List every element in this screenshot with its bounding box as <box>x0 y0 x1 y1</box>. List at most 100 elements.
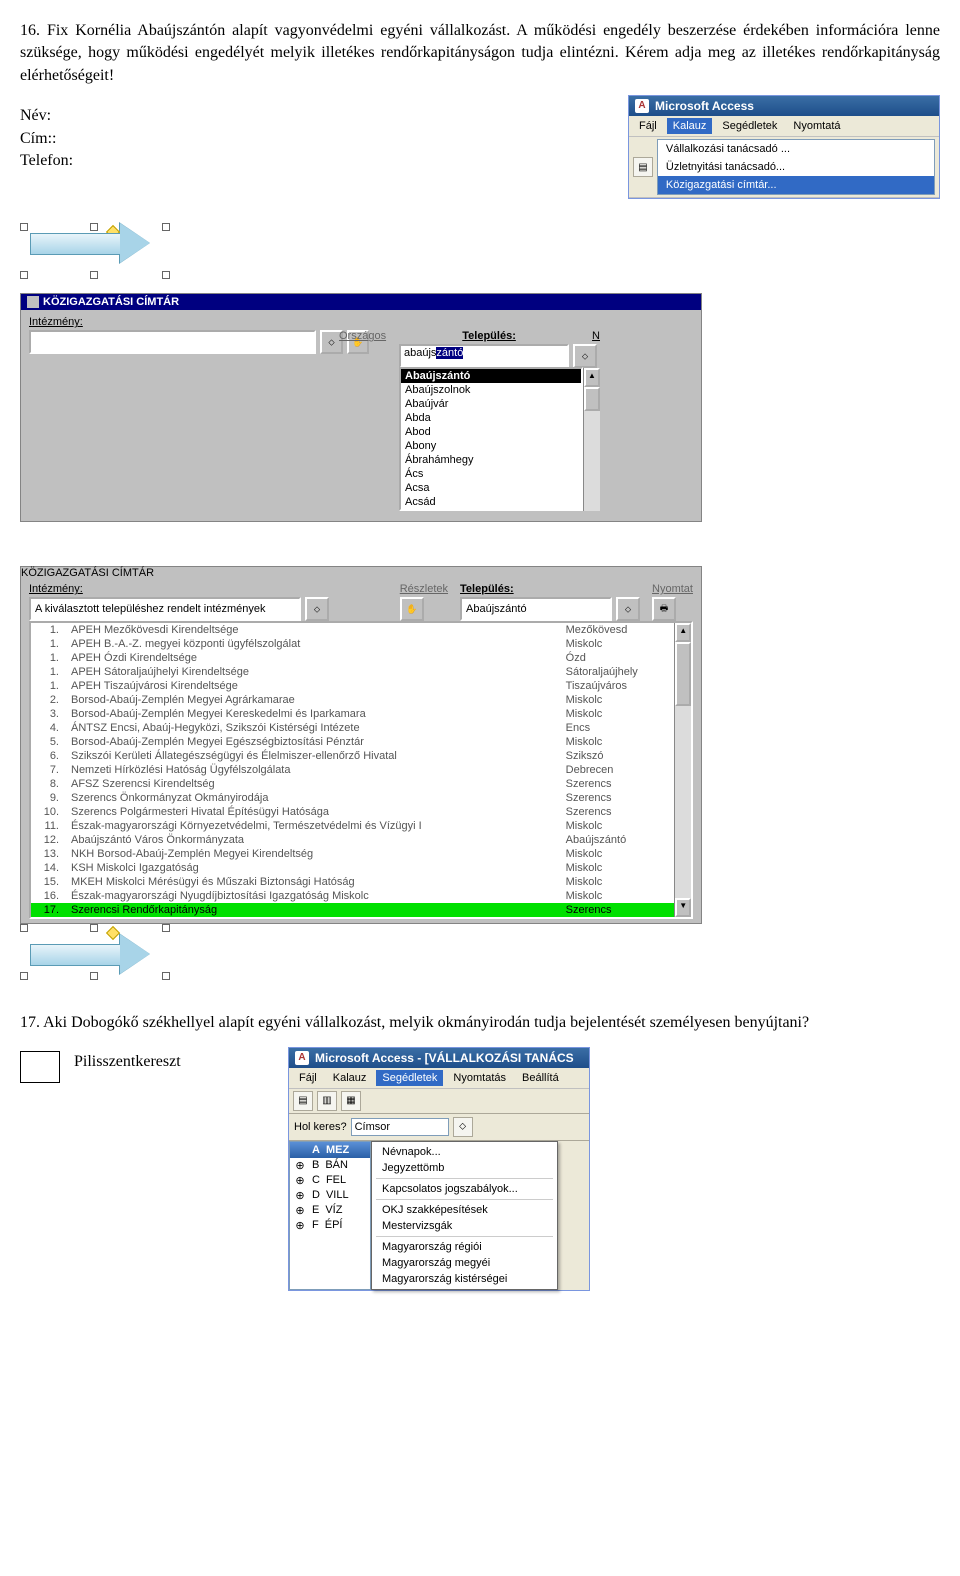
dir1-telepules-combo[interactable]: abaújszántó <box>399 344 569 368</box>
scroll-thumb[interactable] <box>675 642 691 706</box>
table-row[interactable]: 1.APEH Ózdi KirendeltségeÓzd <box>31 651 674 665</box>
dir1-intezmeny-label: Intézmény: <box>29 316 369 328</box>
arrow-shape-2[interactable] <box>20 924 170 984</box>
table-row[interactable]: 12.Abaújszántó Város ÖnkormányzataAbaújs… <box>31 833 674 847</box>
table-row[interactable]: 9.Szerencs Önkormányzat OkmányirodájaSze… <box>31 791 674 805</box>
submenu-kistersegei[interactable]: Magyarország kistérségei <box>372 1271 557 1287</box>
list-item[interactable]: ⊕DVILL <box>290 1188 370 1203</box>
table-row[interactable]: 3.Borsod-Abaúj-Zemplén Megyei Kereskedel… <box>31 707 674 721</box>
scroll-down-icon[interactable]: ▼ <box>675 898 691 917</box>
list-item[interactable]: Ábrahámhegy <box>401 453 581 467</box>
table-row[interactable]: 1.APEH Tiszaújvárosi KirendeltségeTiszaú… <box>31 679 674 693</box>
list-item[interactable]: Acsa <box>401 481 581 495</box>
dir2-results-table[interactable]: 1.APEH Mezőkövesdi KirendeltségeMezőköve… <box>31 623 674 917</box>
title-text: Microsoft Access <box>655 99 754 113</box>
table-row[interactable]: 13.NKH Borsod-Abaúj-Zemplén Megyei Kiren… <box>31 847 674 861</box>
list-item[interactable]: Ács <box>401 467 581 481</box>
dir1-scrollbar[interactable]: ▲ <box>583 368 600 511</box>
table-row[interactable]: 6.Szikszói Kerületi Állategészségügyi és… <box>31 749 674 763</box>
window-icon <box>27 296 39 308</box>
table-row[interactable]: 2.Borsod-Abaúj-Zemplén Megyei Agrárkamar… <box>31 693 674 707</box>
dd-kozigazgatasi[interactable]: Közigazgatási címtár... <box>658 176 934 194</box>
toolbar-btn-1[interactable]: ▤ <box>633 157 653 177</box>
dir2-intezmeny-value[interactable]: A kiválasztott településhez rendelt inté… <box>29 597 301 621</box>
list-item[interactable]: ⊕FÉPÍ <box>290 1218 370 1233</box>
scroll-up-icon[interactable]: ▲ <box>675 623 691 642</box>
tb2-btn-1[interactable]: ▤ <box>293 1091 313 1111</box>
dd-vallalkozasi[interactable]: Vállalkozási tanácsadó ... <box>658 140 934 158</box>
dir2-print-btn[interactable]: 🖶 <box>652 597 676 621</box>
arrow-shape-1[interactable] <box>20 223 170 283</box>
leftlist[interactable]: A MEZ ⊕BBÁN⊕CFEL⊕DVILL⊕EVÍZ⊕FÉPÍ <box>289 1141 371 1290</box>
menu2-beallita[interactable]: Beállítá <box>516 1070 565 1086</box>
table-row[interactable]: 1.APEH Sátoraljaújhelyi KirendeltségeSát… <box>31 665 674 679</box>
menubar-2[interactable]: Fájl Kalauz Segédletek Nyomtatás Beállít… <box>289 1068 589 1089</box>
submenu-jogszabalyok[interactable]: Kapcsolatos jogszabályok... <box>372 1181 557 1197</box>
tb2-btn-3[interactable]: ▦ <box>341 1091 361 1111</box>
dir2-dd-btn-l[interactable]: ⬦ <box>305 597 329 621</box>
submenu-megyei[interactable]: Magyarország megyéi <box>372 1255 557 1271</box>
list-item[interactable]: ⊕EVÍZ <box>290 1203 370 1218</box>
menu2-fajl[interactable]: Fájl <box>293 1070 323 1086</box>
combo-typed: abaújs <box>404 347 436 359</box>
table-row[interactable]: 1.APEH B.-A.-Z. megyei központi ügyfélsz… <box>31 637 674 651</box>
holker-input[interactable] <box>351 1118 449 1136</box>
menu2-segedletek[interactable]: Segédletek <box>376 1070 443 1086</box>
table-row[interactable]: 16.Észak-magyarországi Nyugdíjbiztosítás… <box>31 889 674 903</box>
table-row[interactable]: 15.MKEH Miskolci Mérésügyi és Műszaki Bi… <box>31 875 674 889</box>
menu2-nyomtatas[interactable]: Nyomtatás <box>447 1070 512 1086</box>
menu2-kalauz[interactable]: Kalauz <box>327 1070 373 1086</box>
submenu-okj[interactable]: OKJ szakképesítések <box>372 1202 557 1218</box>
submenu-mestervizsgak[interactable]: Mestervizsgák <box>372 1218 557 1234</box>
table-row[interactable]: 14.KSH Miskolci IgazgatóságMiskolc <box>31 861 674 875</box>
scroll-up-icon[interactable]: ▲ <box>584 368 600 387</box>
menubar[interactable]: Fájl Kalauz Segédletek Nyomtatá <box>629 116 939 137</box>
table-row[interactable]: 4.ÁNTSZ Encsi, Abaúj-Hegyközi, Szikszói … <box>31 721 674 735</box>
table-row[interactable]: 8.AFSZ Szerencsi KirendeltségSzerencs <box>31 777 674 791</box>
dir1-telepules-list[interactable]: Abaújszántó Abaújszolnok Abaújvár Abda A… <box>399 367 583 511</box>
dir1-intezmeny-input[interactable] <box>29 330 316 354</box>
holker-dd-btn[interactable]: ⬦ <box>453 1117 473 1137</box>
kalauz-dropdown[interactable]: Vállalkozási tanácsadó ... Üzletnyitási … <box>657 139 935 195</box>
dir2-titlebar[interactable]: KÖZIGAZGATÁSI CÍMTÁR <box>21 567 701 579</box>
submenu-nevnapok[interactable]: Névnapok... <box>372 1144 557 1160</box>
dir2-scrollbar[interactable]: ▲ ▼ <box>674 623 691 917</box>
menu-segedletek[interactable]: Segédletek <box>716 118 783 134</box>
table-row[interactable]: 7.Nemzeti Hírközlési Hatóság Ügyfélszolg… <box>31 763 674 777</box>
table-row[interactable]: 10.Szerencs Polgármesteri Hivatal Építés… <box>31 805 674 819</box>
list-item[interactable]: Abda <box>401 411 581 425</box>
list-item[interactable]: Acsád <box>401 495 581 509</box>
directory-panel-1: KÖZIGAZGATÁSI CÍMTÁR Intézmény: ⬦ ✋ . Or… <box>20 293 702 522</box>
table-row[interactable]: 11.Észak-magyarországi Környezetvédelmi,… <box>31 819 674 833</box>
titlebar-2[interactable]: A Microsoft Access - [VÁLLALKOZÁSI TANÁC… <box>289 1048 589 1068</box>
dir1-dropdown-btn-2[interactable]: ⬦ <box>573 344 597 368</box>
dd-uzletnyitasi[interactable]: Üzletnyitási tanácsadó... <box>658 158 934 176</box>
list-item[interactable]: Abod <box>401 425 581 439</box>
table-row[interactable]: 1.APEH Mezőkövesdi KirendeltségeMezőköve… <box>31 623 674 637</box>
menu-kalauz[interactable]: Kalauz <box>667 118 713 134</box>
dir2-reszletek-btn[interactable]: ✋ <box>400 597 424 621</box>
dir2-telepules-value[interactable]: Abaújszántó <box>460 597 612 621</box>
menu-fajl[interactable]: Fájl <box>633 118 663 134</box>
scroll-thumb[interactable] <box>584 387 600 411</box>
menu-nyomtata[interactable]: Nyomtatá <box>787 118 846 134</box>
list-item[interactable]: Abony <box>401 439 581 453</box>
dir1-telepules-label: Település: <box>462 330 516 342</box>
submenu-jegyzettomb[interactable]: Jegyzettömb <box>372 1160 557 1176</box>
list-item[interactable]: Abaújszántó <box>401 369 581 383</box>
submenu-regiok[interactable]: Magyarország régiói <box>372 1239 557 1255</box>
dir2-telepules-label: Település: <box>460 583 640 595</box>
list-item[interactable]: Abaújvár <box>401 397 581 411</box>
dir2-dd-btn-r[interactable]: ⬦ <box>616 597 640 621</box>
list-item[interactable]: ⊕CFEL <box>290 1173 370 1188</box>
list-item[interactable]: ⊕BBÁN <box>290 1158 370 1173</box>
segedletek-submenu[interactable]: Névnapok... Jegyzettömb Kapcsolatos jogs… <box>371 1141 558 1290</box>
dir2-title: KÖZIGAZGATÁSI CÍMTÁR <box>21 567 154 579</box>
table-row[interactable]: 17.Szerencsi RendőrkapitányságSzerencs <box>31 903 674 917</box>
tb2-btn-2[interactable]: ▥ <box>317 1091 337 1111</box>
access-icon: A <box>295 1051 309 1065</box>
list-item[interactable]: Abaújszolnok <box>401 383 581 397</box>
titlebar[interactable]: A Microsoft Access <box>629 96 939 116</box>
dir1-titlebar[interactable]: KÖZIGAZGATÁSI CÍMTÁR <box>21 294 701 310</box>
table-row[interactable]: 5.Borsod-Abaúj-Zemplén Megyei Egészségbi… <box>31 735 674 749</box>
